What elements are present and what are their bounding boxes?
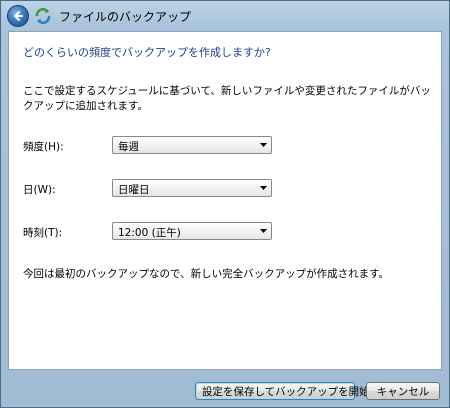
back-button[interactable] [7, 5, 29, 27]
dropdown-arrow-icon [260, 186, 267, 190]
day-label: 日(W): [23, 184, 56, 196]
back-arrow-icon [14, 11, 23, 21]
dropdown-arrow-icon [260, 229, 267, 233]
full-backup-note: 今回は最初のバックアップなので、新しい完全バックアップが作成されます。 [23, 268, 390, 280]
page-heading: どのくらいの頻度でバックアップを作成しますか? [23, 46, 271, 59]
schedule-description: ここで設定するスケジュールに基づいて、新しいファイルや変更されたファイルがバック… [23, 85, 431, 112]
time-value: 12:00 (正午) [118, 227, 181, 239]
title-bar: ファイルのバックアップ [1, 1, 449, 31]
frequency-value: 毎週 [118, 141, 139, 153]
day-value: 日曜日 [118, 184, 150, 196]
dropdown-arrow-icon [260, 143, 267, 147]
time-dropdown[interactable]: 12:00 (正午) [112, 222, 272, 240]
time-label: 時刻(T): [23, 227, 63, 239]
cancel-button[interactable]: キャンセル [366, 382, 440, 400]
backup-dialog-window: ファイルのバックアップ どのくらいの頻度でバックアップを作成しますか? ここで設… [0, 0, 450, 408]
save-and-start-backup-button[interactable]: 設定を保存してバックアップを開始(S) [195, 382, 385, 400]
content-panel: どのくらいの頻度でバックアップを作成しますか? ここで設定するスケジュールに基づ… [8, 31, 442, 370]
frequency-dropdown[interactable]: 毎週 [112, 136, 272, 154]
frequency-label: 頻度(H): [23, 141, 64, 153]
window-title: ファイルのバックアップ [59, 10, 192, 24]
backup-app-icon [34, 7, 52, 25]
day-dropdown[interactable]: 日曜日 [112, 179, 272, 197]
